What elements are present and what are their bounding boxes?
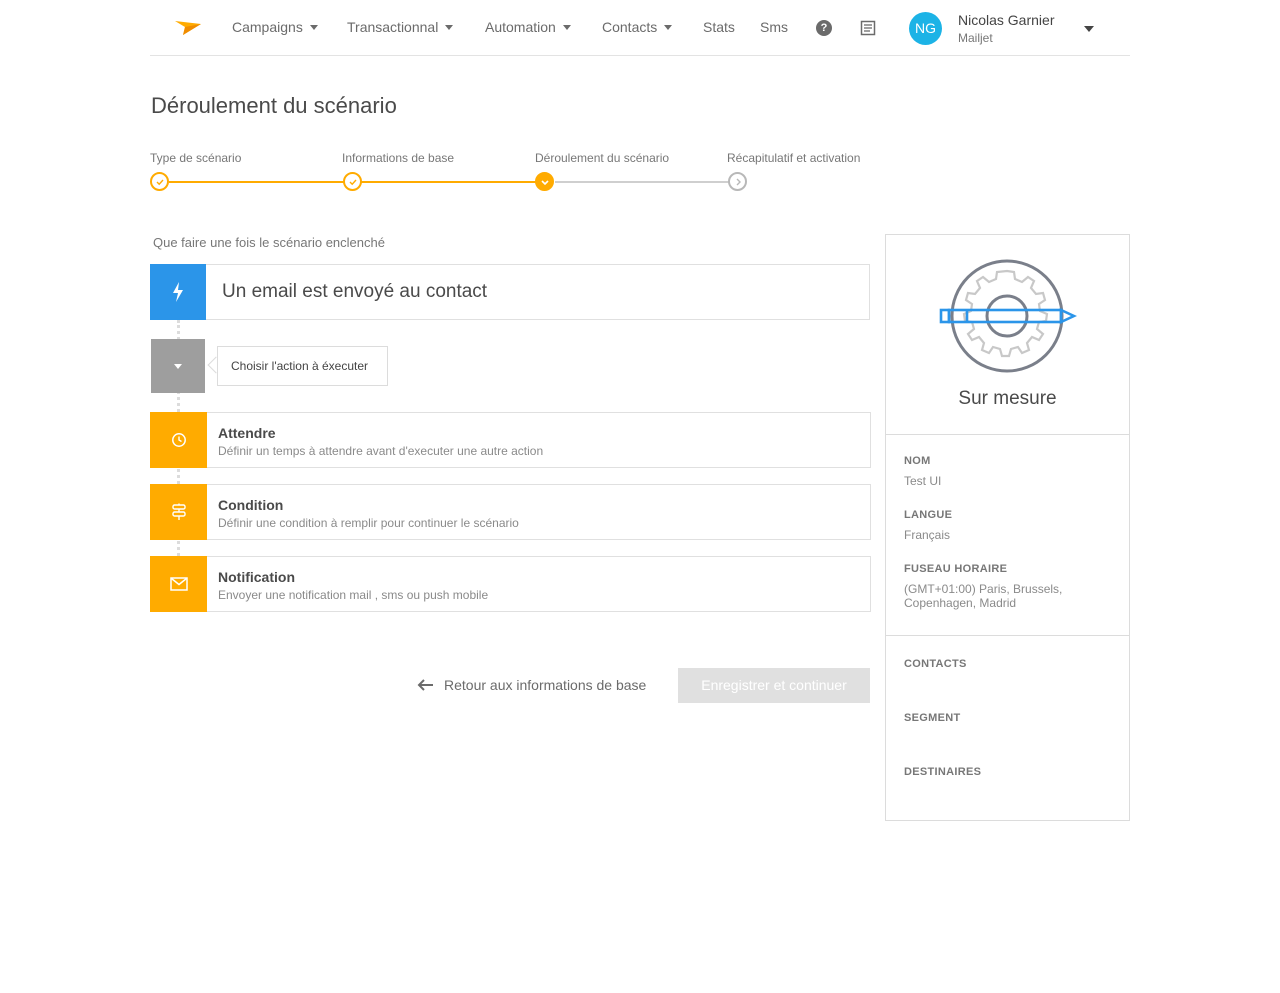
user-name[interactable]: Nicolas Garnier (958, 12, 1054, 28)
choose-action-button[interactable] (151, 339, 205, 393)
chevron-down-icon (445, 24, 454, 30)
nav-automation[interactable]: Automation (485, 19, 571, 35)
step-done-check-icon[interactable] (343, 172, 362, 191)
field-value-langue: Français (904, 528, 951, 542)
arrow-left-icon (417, 679, 433, 691)
step-label-recap: Récapitulatif et activation (727, 151, 861, 165)
nav-transactionnal[interactable]: Transactionnal (347, 19, 454, 35)
chevron-down-icon (562, 24, 571, 30)
help-icon[interactable]: ? (816, 20, 832, 36)
custom-scenario-gear-pencil-icon (939, 259, 1077, 373)
chevron-down-icon (309, 24, 318, 30)
page-title: Déroulement du scénario (151, 93, 397, 118)
step-label-type[interactable]: Type de scénario (150, 151, 241, 165)
nav-contacts[interactable]: Contacts (602, 19, 673, 35)
nav-sms-label: Sms (760, 19, 788, 35)
scenario-section-label: Que faire une fois le scénario enclenché (153, 235, 385, 250)
nav-campaigns-label: Campaigns (232, 19, 303, 35)
scenario-type-header: Sur mesure (886, 235, 1129, 435)
action-description: Envoyer une notification mail , sms ou p… (218, 588, 489, 602)
avatar[interactable]: NG (909, 12, 942, 45)
back-link-label: Retour aux informations de base (444, 677, 647, 693)
nav-sms[interactable]: Sms (760, 19, 788, 35)
envelope-icon (150, 556, 207, 612)
nav-contacts-label: Contacts (602, 19, 658, 35)
action-title: Attendre (218, 425, 276, 441)
nav-transactionnal-label: Transactionnal (347, 19, 439, 35)
trigger-card[interactable]: Un email est envoyé au contact (150, 264, 870, 320)
step-future-chevron-icon (728, 172, 747, 191)
user-organization: Mailjet (958, 31, 993, 45)
step-current-check-icon (535, 172, 554, 191)
step-done-check-icon[interactable] (150, 172, 169, 191)
step-label-deroulement: Déroulement du scénario (535, 151, 670, 165)
choose-action-tooltip: Choisir l'action à éxecuter (217, 346, 388, 386)
action-card-condition[interactable]: Condition Définir une condition à rempli… (150, 484, 871, 540)
user-menu-chevron-down-icon[interactable] (1084, 26, 1094, 32)
document-icon[interactable] (860, 20, 876, 36)
scenario-summary-panel: Sur mesure NOM Test UI LANGUE Français F… (885, 234, 1130, 821)
stat-contacts: CONTACTS (904, 658, 967, 670)
action-title: Notification (218, 569, 295, 585)
clock-icon (150, 412, 207, 468)
field-value-nom: Test UI (904, 474, 942, 488)
lightning-icon (150, 264, 206, 320)
stat-destinaires: DESTINAIRES (904, 766, 982, 778)
action-card-notification[interactable]: Notification Envoyer une notification ma… (150, 556, 871, 612)
step-label-infos[interactable]: Informations de base (342, 151, 454, 165)
chevron-down-icon (664, 24, 673, 30)
signpost-icon (150, 484, 207, 540)
trigger-text: Un email est envoyé au contact (222, 281, 488, 302)
save-and-continue-button[interactable]: Enregistrer et continuer (678, 668, 870, 703)
chevron-down-icon (174, 363, 182, 369)
nav-automation-label: Automation (485, 19, 556, 35)
mailjet-logo-icon[interactable] (174, 18, 202, 38)
nav-stats-label: Stats (703, 19, 735, 35)
field-value-fuseau-line2: Copenhagen, Madrid (904, 596, 1017, 610)
field-value-fuseau-line1: (GMT+01:00) Paris, Brussels, (904, 582, 1063, 596)
field-label-nom: NOM (904, 455, 931, 467)
action-description: Définir une condition à remplir pour con… (218, 516, 519, 530)
action-description: Définir un temps à attendre avant d'exec… (218, 444, 544, 458)
nav-stats[interactable]: Stats (703, 19, 735, 35)
back-to-basic-info-link[interactable]: Retour aux informations de base (417, 677, 646, 693)
step-progress-line-pending (555, 181, 729, 183)
action-card-attendre[interactable]: Attendre Définir un temps à attendre ava… (150, 412, 871, 468)
action-title: Condition (218, 497, 284, 513)
scenario-type-title: Sur mesure (958, 388, 1057, 409)
nav-campaigns[interactable]: Campaigns (232, 19, 318, 35)
field-label-fuseau: FUSEAU HORAIRE (904, 563, 1008, 575)
stat-segment: SEGMENT (904, 712, 961, 724)
field-label-langue: LANGUE (904, 509, 953, 521)
top-navigation: Campaigns Transactionnal Automation Cont… (150, 0, 1130, 56)
scenario-info-section: NOM Test UI LANGUE Français FUSEAU HORAI… (886, 435, 1129, 636)
